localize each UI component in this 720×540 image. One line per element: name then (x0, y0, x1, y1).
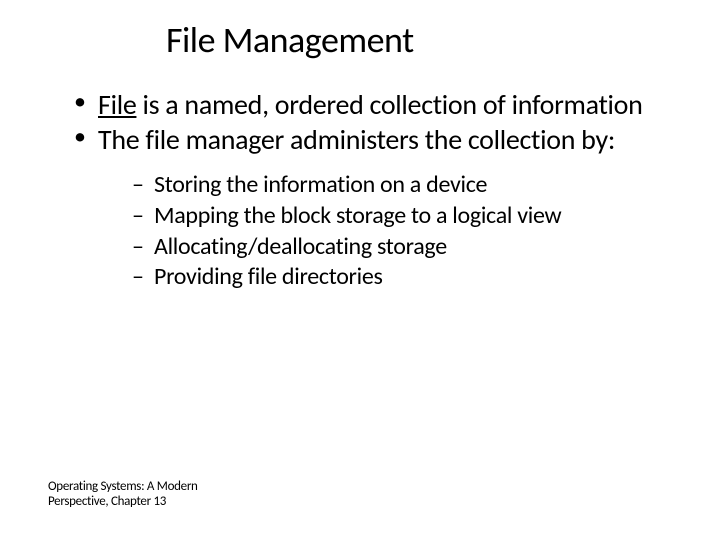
sub-item-storing: Storing the information on a device (132, 170, 672, 201)
bullet-item-file-definition: File is a named, ordered collection of i… (74, 88, 672, 121)
term-file: File (98, 87, 136, 122)
footer-line-1: Operating Systems: A Modern (48, 480, 198, 495)
slide: File Management File is a named, ordered… (0, 0, 720, 293)
sub-item-mapping: Mapping the block storage to a logical v… (132, 201, 672, 232)
bullet-item-file-manager: The file manager administers the collect… (74, 123, 672, 293)
main-bullet-list: File is a named, ordered collection of i… (48, 88, 672, 293)
sub-item-allocating: Allocating/deallocating storage (132, 232, 672, 263)
sub-item-directories: Providing file directories (132, 262, 672, 293)
bullet-2-text: The file manager administers the collect… (98, 122, 615, 157)
footer-line-2: Perspective, Chapter 13 (48, 495, 198, 510)
bullet-1-rest: is a named, ordered collection of inform… (136, 87, 642, 122)
slide-title: File Management (166, 18, 672, 62)
sub-bullet-list: Storing the information on a device Mapp… (98, 170, 672, 293)
footer-citation: Operating Systems: A Modern Perspective,… (48, 480, 198, 510)
